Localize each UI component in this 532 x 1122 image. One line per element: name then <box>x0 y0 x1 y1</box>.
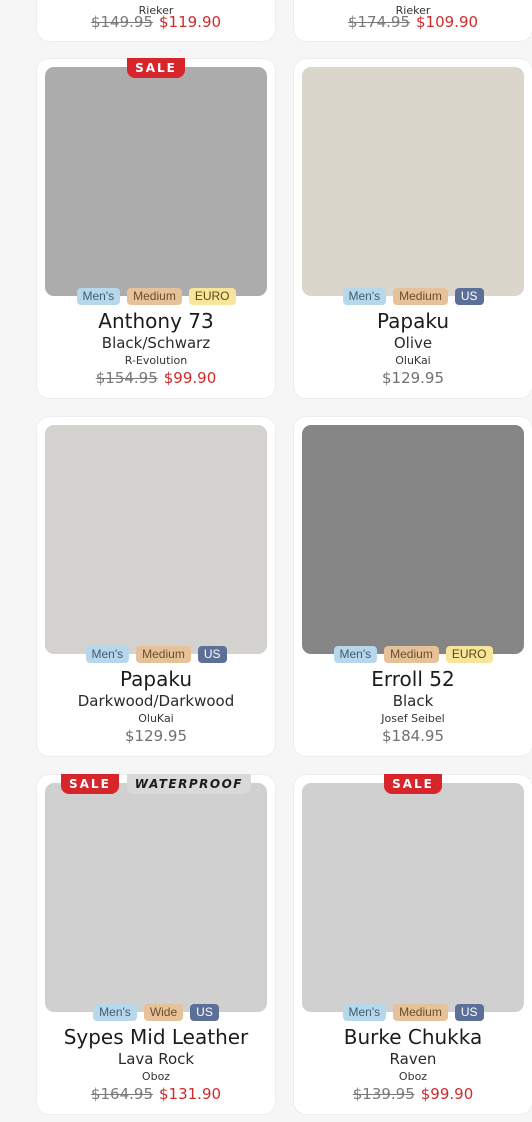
product-brand: OluKai <box>395 354 431 367</box>
top-badges: SALE <box>294 774 532 794</box>
product-image[interactable] <box>45 67 267 296</box>
sale-badge: SALE <box>127 58 185 78</box>
product-tags: Men's Wide US <box>37 1004 275 1021</box>
original-price: $154.95 <box>95 369 158 387</box>
top-badges: SALE WATERPROOF <box>37 774 275 794</box>
product-color: Black <box>392 692 434 710</box>
product-color: Raven <box>389 1050 437 1068</box>
sale-price: $99.90 <box>420 1085 474 1103</box>
gender-tag: Men's <box>333 646 378 663</box>
product-image[interactable] <box>302 67 524 296</box>
size-region-tag: EURO <box>445 646 493 663</box>
width-tag: Medium <box>393 1004 448 1021</box>
product-card[interactable]: Men's Medium EURO Erroll 52 Black Josef Seibe… <box>294 417 532 756</box>
product-price-row: $139.95 $99.90 <box>294 1085 532 1103</box>
product-color: Black/Schwarz <box>101 334 211 352</box>
waterproof-badge: WATERPROOF <box>126 774 251 794</box>
original-price: $149.95 <box>90 13 153 31</box>
price: $184.95 <box>381 727 445 745</box>
product-tags: Men's Medium US <box>37 646 275 663</box>
width-tag: Medium <box>136 646 191 663</box>
product-brand: OluKai <box>138 712 174 725</box>
gender-tag: Men's <box>76 288 121 305</box>
product-name[interactable]: Sypes Mid Leather <box>37 1025 275 1049</box>
product-price-row: $184.95 <box>294 727 532 745</box>
sale-badge: SALE <box>61 774 119 794</box>
size-region-tag: US <box>190 1004 219 1021</box>
product-name[interactable]: Papaku <box>37 667 275 691</box>
sale-price: $131.90 <box>159 1085 222 1103</box>
gender-tag: Men's <box>342 288 387 305</box>
product-tags: Men's Medium EURO <box>294 646 532 663</box>
product-card[interactable]: SALE Men's Medium US Burke Chukka Raven Oboz $1… <box>294 774 532 1114</box>
product-price-row: $164.95 $131.90 <box>37 1085 275 1103</box>
gender-tag: Men's <box>85 646 130 663</box>
product-image[interactable] <box>45 425 267 654</box>
product-card[interactable]: Men's Medium US Papaku Olive OluKai $129.95 <box>294 59 532 398</box>
original-price: $164.95 <box>90 1085 153 1103</box>
width-tag: Medium <box>393 288 448 305</box>
product-tags: Men's Medium US <box>294 288 532 305</box>
product-image[interactable] <box>302 783 524 1012</box>
sale-price: $119.90 <box>159 13 222 31</box>
width-tag: Wide <box>143 1004 184 1021</box>
product-name[interactable]: Burke Chukka <box>294 1025 532 1049</box>
sale-price: $109.90 <box>416 13 479 31</box>
product-brand: Oboz <box>398 1070 428 1083</box>
original-price: $174.95 <box>347 13 410 31</box>
price: $129.95 <box>124 727 188 745</box>
sale-price: $99.90 <box>163 369 217 387</box>
product-color: Lava Rock <box>117 1050 195 1068</box>
product-card-partial[interactable]: Rieker $174.95 $109.90 <box>294 0 532 41</box>
size-region-tag: US <box>454 1004 484 1021</box>
product-tags: Men's Medium EURO <box>37 288 275 305</box>
product-price-row: $149.95 $119.90 <box>37 13 275 31</box>
product-brand: R-Evolution <box>124 354 188 367</box>
original-price: $139.95 <box>352 1085 415 1103</box>
product-image[interactable] <box>45 783 267 1012</box>
sale-badge: SALE <box>384 774 442 794</box>
product-tags: Men's Medium US <box>294 1004 532 1021</box>
product-brand: Josef Seibel <box>381 712 445 725</box>
size-region-tag: US <box>197 646 227 663</box>
width-tag: Medium <box>384 646 439 663</box>
product-brand: Oboz <box>141 1070 171 1083</box>
product-price-row: $154.95 $99.90 <box>37 369 275 387</box>
size-region-tag: US <box>454 288 484 305</box>
top-badges: SALE <box>37 58 275 78</box>
product-card[interactable]: SALE Men's Medium EURO Anthony 73 Black/Schwa… <box>37 58 275 398</box>
product-card-partial[interactable]: Rieker $149.95 $119.90 <box>37 0 275 41</box>
price: $129.95 <box>381 369 445 387</box>
product-name[interactable]: Papaku <box>294 309 532 333</box>
product-card[interactable]: SALE WATERPROOF Men's Wide US Sypes Mid Leath… <box>37 774 275 1114</box>
product-image[interactable] <box>302 425 524 654</box>
width-tag: Medium <box>127 288 182 305</box>
product-card[interactable]: Men's Medium US Papaku Darkwood/Darkwood OluK… <box>37 417 275 756</box>
gender-tag: Men's <box>93 1004 137 1021</box>
product-price-row: $129.95 <box>294 369 532 387</box>
gender-tag: Men's <box>342 1004 387 1021</box>
product-color: Darkwood/Darkwood <box>77 692 235 710</box>
product-grid: Rieker $149.95 $119.90 Rieker $174.95 $109… <box>0 0 532 1122</box>
product-name[interactable]: Erroll 52 <box>294 667 532 691</box>
product-color: Olive <box>393 334 433 352</box>
product-name[interactable]: Anthony 73 <box>37 309 275 333</box>
product-price-row: $129.95 <box>37 727 275 745</box>
size-region-tag: EURO <box>188 288 236 305</box>
product-price-row: $174.95 $109.90 <box>294 13 532 31</box>
